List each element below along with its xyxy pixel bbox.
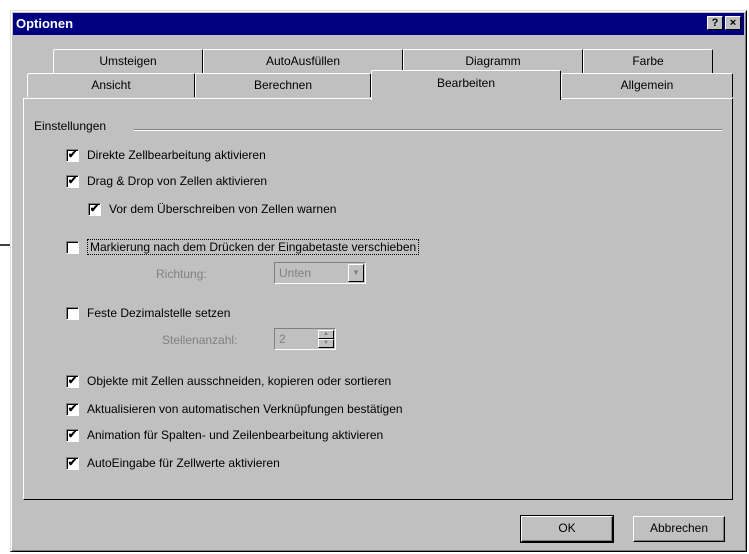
label-fixed-decimal: Feste Dezimalstelle setzen bbox=[87, 306, 231, 320]
checkbox-direct-edit[interactable]: ✔ bbox=[66, 148, 79, 162]
dialog-title: Optionen bbox=[16, 16, 74, 31]
places-label: Stellenanzahl: bbox=[162, 333, 238, 347]
direction-value: Unten bbox=[279, 266, 312, 280]
option-fixed-decimal[interactable]: Feste Dezimalstelle setzen bbox=[66, 304, 230, 322]
cancel-button[interactable]: Abbrechen bbox=[633, 516, 725, 542]
spin-down-icon[interactable]: ▼ bbox=[318, 339, 334, 348]
tab-allgemein[interactable]: Allgemein bbox=[561, 73, 733, 97]
checkbox-autocomplete[interactable]: ✔ bbox=[66, 456, 79, 470]
checkbox-confirm-links[interactable]: ✔ bbox=[66, 402, 79, 416]
tab-ansicht[interactable]: Ansicht bbox=[27, 73, 195, 97]
option-confirm-links[interactable]: ✔ Aktualisieren von automatischen Verknü… bbox=[66, 400, 403, 418]
option-autocomplete[interactable]: ✔ AutoEingabe für Zellwerte aktivieren bbox=[66, 454, 280, 472]
group-title: Einstellungen bbox=[34, 119, 107, 133]
checkbox-overwrite-warn[interactable]: ✔ bbox=[88, 202, 101, 216]
options-dialog: Optionen ? × Umsteigen AutoAusfüllen Dia… bbox=[10, 10, 747, 552]
places-value: 2 bbox=[279, 332, 286, 346]
title-bar: Optionen ? × bbox=[13, 13, 744, 35]
label-direct-edit: Direkte Zellbearbeitung aktivieren bbox=[87, 148, 266, 162]
option-overwrite-warn[interactable]: ✔ Vor dem Überschreiben von Zellen warne… bbox=[88, 200, 336, 218]
label-cut-copy-sort: Objekte mit Zellen ausschneiden, kopiere… bbox=[87, 374, 392, 388]
direction-label: Richtung: bbox=[156, 267, 207, 281]
label-confirm-links: Aktualisieren von automatischen Verknüpf… bbox=[87, 402, 403, 416]
tab-farbe[interactable]: Farbe bbox=[583, 49, 713, 73]
spin-up-icon[interactable]: ▲ bbox=[318, 330, 334, 339]
tab-umsteigen[interactable]: Umsteigen bbox=[53, 49, 203, 73]
checkbox-cut-copy-sort[interactable]: ✔ bbox=[66, 374, 79, 388]
label-overwrite-warn: Vor dem Überschreiben von Zellen warnen bbox=[109, 202, 337, 216]
checkbox-fixed-decimal[interactable] bbox=[66, 306, 79, 320]
checkbox-animation[interactable]: ✔ bbox=[66, 428, 79, 442]
close-button[interactable]: × bbox=[725, 16, 741, 30]
ok-button[interactable]: OK bbox=[520, 515, 614, 543]
direction-select[interactable]: Unten ▼ bbox=[274, 262, 366, 284]
option-drag-drop[interactable]: ✔ Drag & Drop von Zellen aktivieren bbox=[66, 172, 267, 190]
label-drag-drop: Drag & Drop von Zellen aktivieren bbox=[87, 174, 268, 188]
group-divider bbox=[134, 129, 722, 131]
help-button[interactable]: ? bbox=[707, 16, 723, 30]
checkbox-move-after-enter[interactable] bbox=[66, 240, 79, 254]
chevron-down-icon[interactable]: ▼ bbox=[348, 264, 364, 282]
label-animation: Animation für Spalten- und Zeilenbearbei… bbox=[87, 428, 384, 442]
label-move-after-enter: Markierung nach dem Drücken der Eingabet… bbox=[87, 239, 420, 255]
option-move-after-enter[interactable]: Markierung nach dem Drücken der Eingabet… bbox=[66, 238, 420, 256]
option-cut-copy-sort[interactable]: ✔ Objekte mit Zellen ausschneiden, kopie… bbox=[66, 372, 391, 390]
option-direct-edit[interactable]: ✔ Direkte Zellbearbeitung aktivieren bbox=[66, 146, 266, 164]
label-autocomplete: AutoEingabe für Zellwerte aktivieren bbox=[87, 456, 280, 470]
places-stepper[interactable]: 2 ▲ ▼ bbox=[274, 328, 336, 350]
tab-panel-bearbeiten: Einstellungen ✔ Direkte Zellbearbeitung … bbox=[23, 98, 733, 500]
checkbox-drag-drop[interactable]: ✔ bbox=[66, 174, 79, 188]
tab-bearbeiten[interactable]: Bearbeiten bbox=[371, 70, 561, 100]
tab-berechnen[interactable]: Berechnen bbox=[195, 73, 371, 97]
option-animation[interactable]: ✔ Animation für Spalten- und Zeilenbearb… bbox=[66, 426, 383, 444]
